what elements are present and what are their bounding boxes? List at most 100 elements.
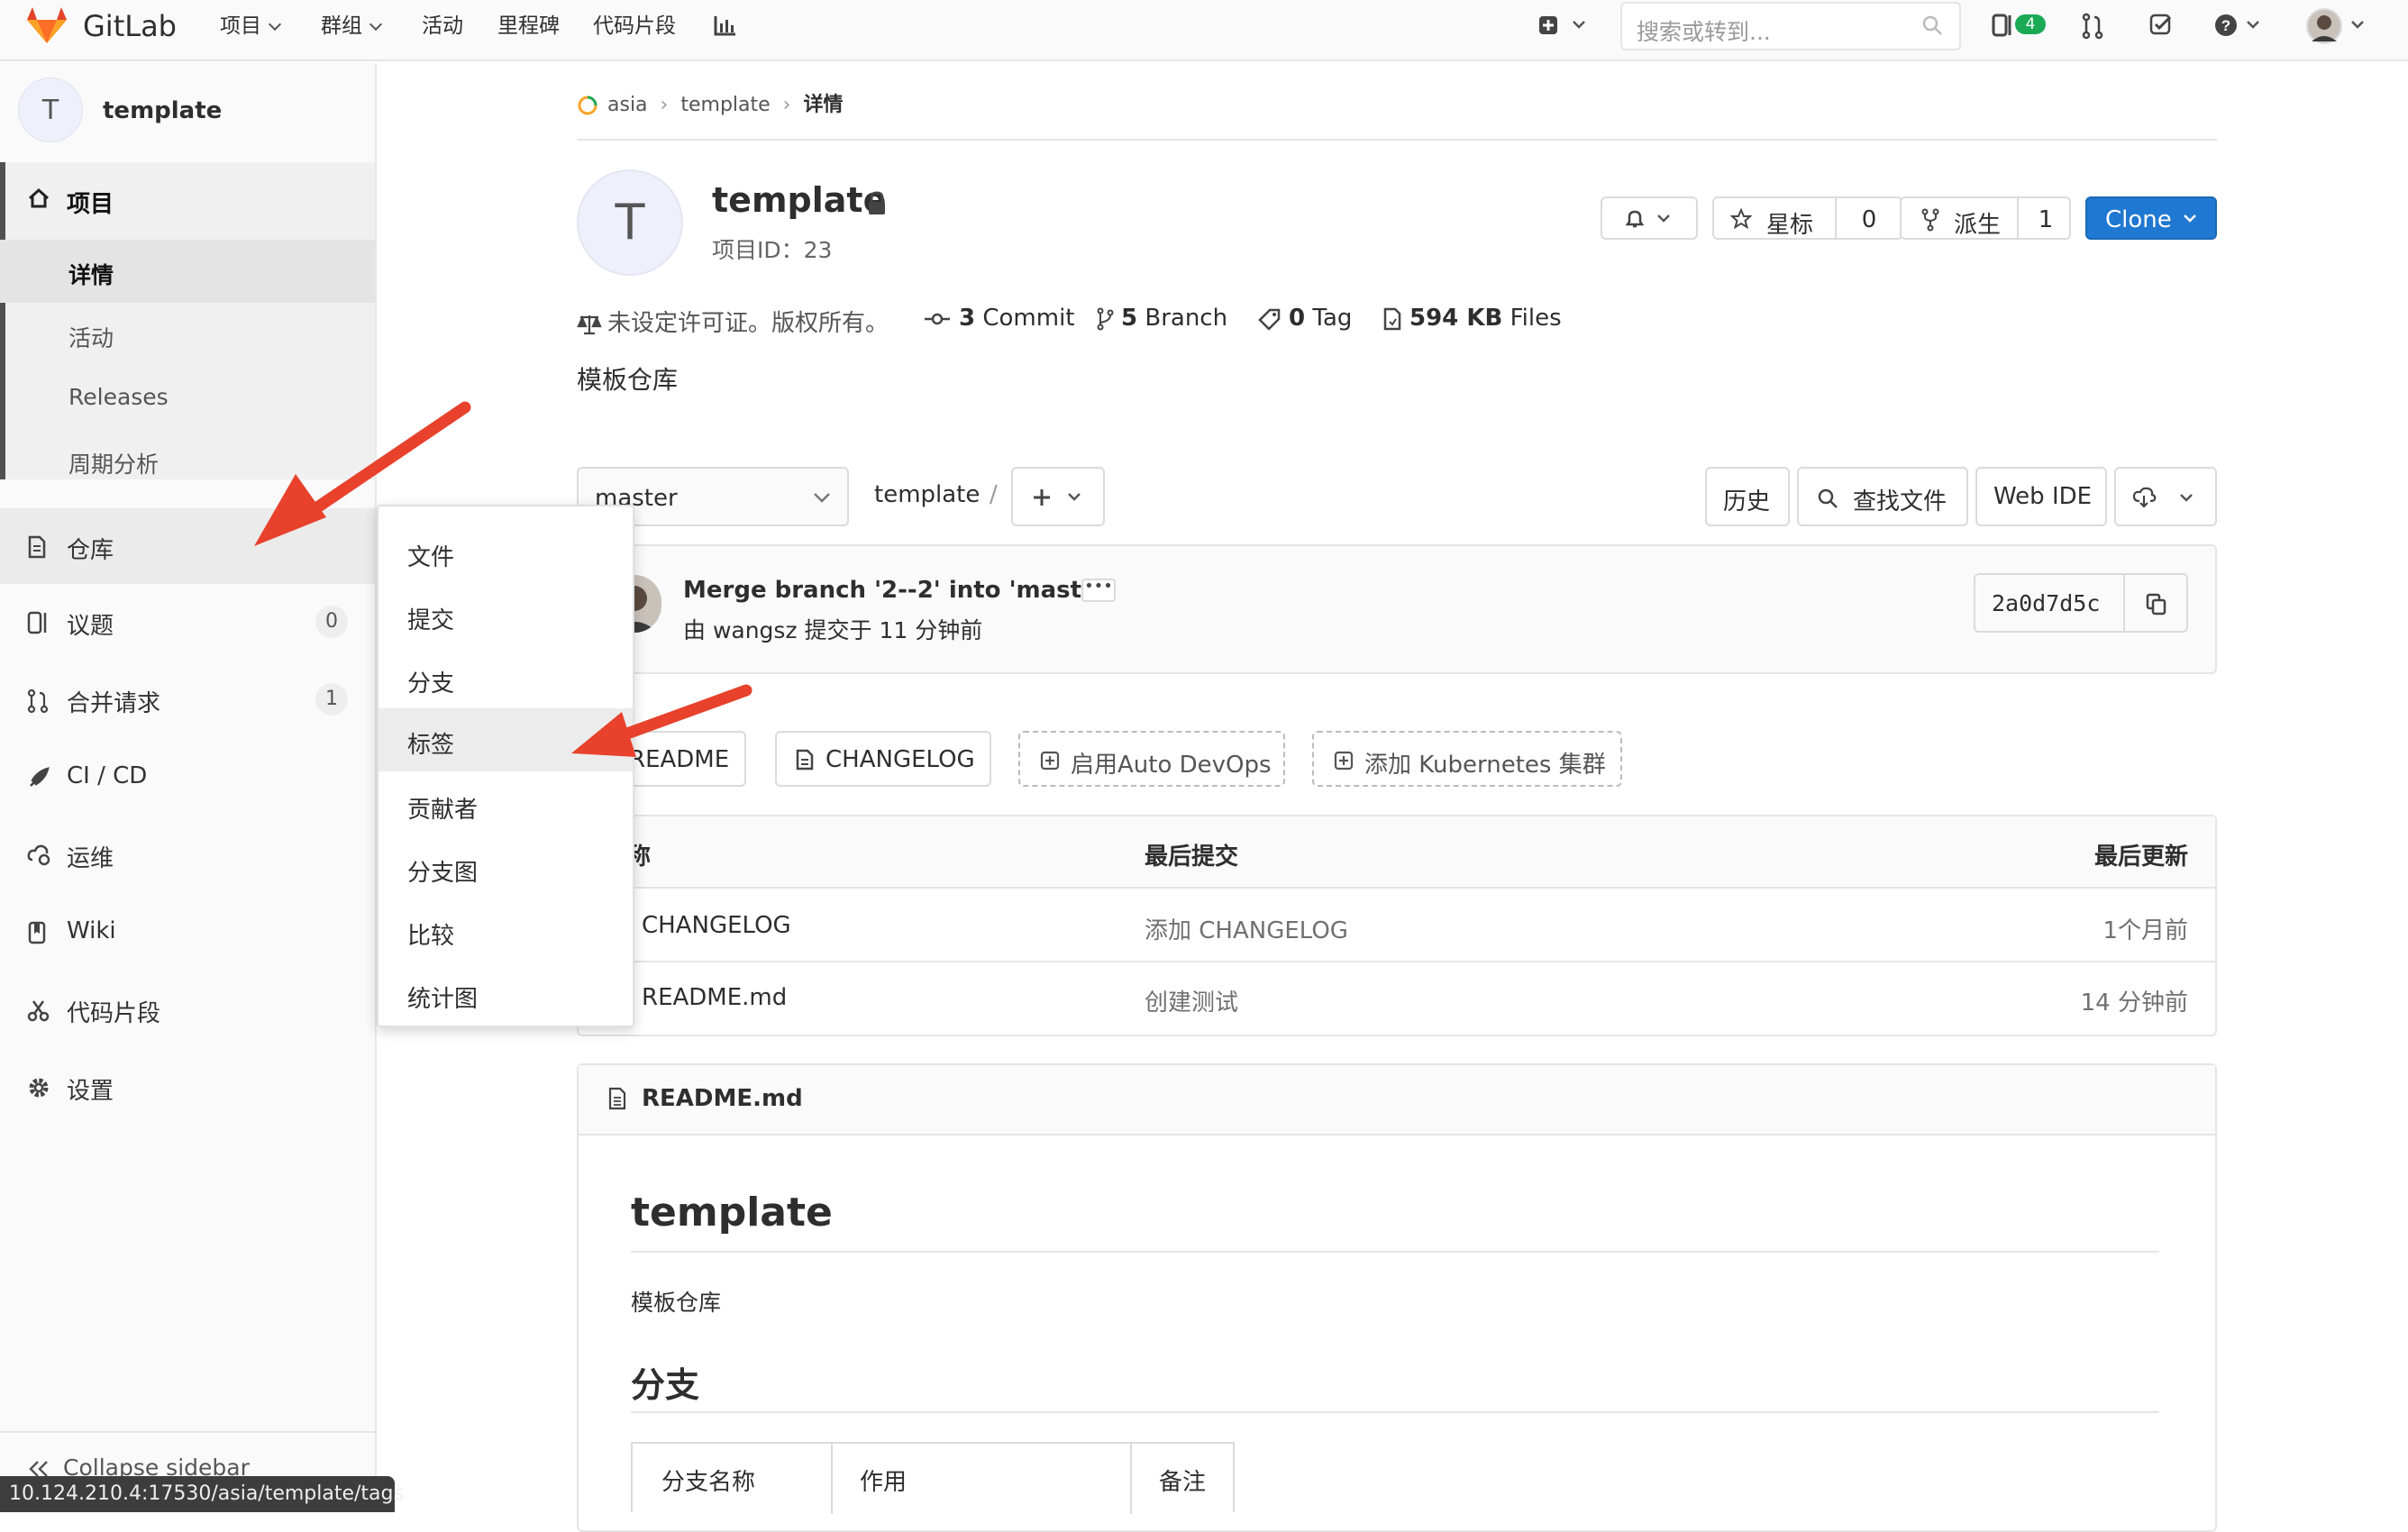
nav-activity[interactable]: 活动 — [422, 0, 463, 52]
commit-sha[interactable]: 2a0d7d5c — [1992, 590, 2100, 616]
readme-filename[interactable]: README.md — [642, 1085, 803, 1112]
repo-path-root[interactable]: template — [874, 481, 980, 508]
merge-request-icon[interactable] — [2082, 13, 2103, 40]
sidebar-subitem-releases[interactable]: Releases — [0, 366, 375, 429]
tags-stat[interactable]: 0 Tag — [1258, 305, 1352, 332]
commits-stat[interactable]: 3 Commit — [923, 305, 1075, 332]
clone-label: Clone — [2105, 206, 2172, 233]
find-file-button[interactable]: 查找文件 — [1797, 467, 1968, 526]
todo-icon[interactable] — [2148, 13, 2174, 38]
nav-projects[interactable]: 项目 — [220, 0, 282, 52]
gitlab-logo-icon[interactable] — [25, 5, 68, 45]
notification-dropdown[interactable] — [1601, 196, 1698, 240]
add-kubernetes-cluster-button[interactable]: 添加 Kubernetes 集群 — [1312, 731, 1622, 787]
brand-name[interactable]: GitLab — [83, 0, 177, 52]
license-stat[interactable]: 未设定许可证。版权所有。 — [577, 305, 889, 338]
sidebar-item-operations[interactable]: 运维 — [0, 818, 375, 892]
menu-item-compare[interactable]: 比较 — [379, 899, 633, 962]
copy-icon[interactable] — [2145, 592, 2168, 616]
tags-count: 0 — [1289, 305, 1306, 332]
download-dropdown[interactable] — [2114, 467, 2217, 526]
branches-stat[interactable]: 5 Branch — [1096, 305, 1227, 332]
project-header-avatar: T — [577, 169, 683, 276]
plus-square-icon — [1040, 751, 1060, 771]
document-icon — [607, 1087, 627, 1110]
menu-item-files[interactable]: 文件 — [379, 521, 633, 584]
button-divider — [1835, 198, 1837, 238]
sidebar-subitem-cycle-analytics[interactable]: 周期分析 — [0, 429, 375, 492]
file-last-commit-link[interactable]: 添加 CHANGELOG — [1145, 912, 1348, 945]
readme-h2-rule — [631, 1411, 2159, 1413]
cloud-gear-icon — [27, 844, 52, 867]
last-commit-panel — [577, 544, 2217, 674]
sidebar-subitem-activity[interactable]: 活动 — [0, 303, 375, 366]
chevron-down-icon — [2181, 211, 2199, 225]
sidebar-item-label: 设置 — [67, 1078, 114, 1105]
project-title: template — [712, 180, 887, 220]
sidebar-item-snippets[interactable]: 代码片段 — [0, 973, 375, 1047]
menu-item-tags[interactable]: 标签 — [379, 708, 633, 771]
license-text: 未设定许可证。版权所有。 — [607, 310, 889, 337]
star-button[interactable]: 星标 0 — [1712, 196, 1903, 240]
user-avatar[interactable] — [2305, 7, 2374, 45]
file-name-link[interactable]: CHANGELOG — [642, 912, 791, 939]
add-to-tree-dropdown[interactable] — [1011, 467, 1105, 526]
menu-item-branches[interactable]: 分支 — [379, 647, 633, 710]
file-last-commit-link[interactable]: 创建测试 — [1145, 984, 1238, 1017]
table-header-branch-name: 分支名称 — [661, 1469, 756, 1496]
tag-icon — [1258, 307, 1282, 331]
enable-auto-devops-button[interactable]: 启用Auto DevOps — [1018, 731, 1285, 787]
table-divider — [1130, 1444, 1132, 1514]
button-divider — [2123, 575, 2125, 631]
nav-milestones[interactable]: 里程碑 — [497, 0, 560, 52]
project-avatar[interactable]: T — [18, 78, 83, 142]
menu-item-charts[interactable]: 统计图 — [379, 962, 633, 1026]
menu-item-contributors[interactable]: 贡献者 — [379, 773, 633, 836]
breadcrumb-separator: › — [782, 94, 791, 116]
star-count: 0 — [1861, 206, 1877, 233]
fork-button[interactable]: 派生 1 — [1900, 196, 2071, 240]
commit-title[interactable]: Merge branch '2--2' into 'master' — [683, 577, 1117, 604]
nav-snippets[interactable]: 代码片段 — [593, 0, 676, 52]
help-icon[interactable]: ? — [2213, 13, 2267, 38]
sidebar-item-label: 项目 — [67, 191, 114, 218]
history-button[interactable]: 历史 — [1705, 467, 1790, 526]
sidebar-item-label: 运维 — [67, 845, 114, 872]
button-divider — [2017, 198, 2019, 238]
menu-item-commits[interactable]: 提交 — [379, 584, 633, 647]
sidebar-item-label: 议题 — [67, 613, 114, 640]
breadcrumb-group[interactable]: asia — [607, 94, 648, 116]
sidebar-subitem-details[interactable]: 详情 — [0, 240, 375, 303]
sidebar-item-label: 合并请求 — [67, 690, 161, 717]
files-size-stat[interactable]: 594 KB Files — [1382, 305, 1562, 332]
menu-item-graph[interactable]: 分支图 — [379, 836, 633, 899]
sidebar-item-ci-cd[interactable]: CI / CD — [0, 741, 375, 815]
search-input[interactable]: 搜索或转到... — [1620, 2, 1961, 50]
issues-count-badge: 4 — [2015, 14, 2046, 34]
sidebar-item-wiki[interactable]: Wiki — [0, 896, 375, 970]
table-row[interactable]: CHANGELOG 添加 CHANGELOG 1个月前 — [579, 890, 2215, 962]
sidebar-item-issues[interactable]: 议题 0 — [0, 586, 375, 660]
issues-icon[interactable] — [1992, 13, 2013, 38]
file-size-icon — [1382, 307, 1402, 331]
new-item-dropdown[interactable] — [1537, 14, 1592, 36]
sidebar-item-project[interactable]: 项目 — [0, 162, 375, 238]
nav-groups[interactable]: 群组 — [321, 0, 383, 52]
chart-icon[interactable] — [714, 14, 737, 36]
sidebar-item-merge-requests[interactable]: 合并请求 1 — [0, 663, 375, 737]
branch-icon — [1096, 307, 1114, 331]
clone-button[interactable]: Clone — [2085, 196, 2217, 240]
file-name-link[interactable]: README.md — [642, 984, 787, 1011]
sidebar-project-name[interactable]: template — [103, 97, 222, 124]
book-icon — [27, 921, 47, 944]
sidebar-item-settings[interactable]: 设置 — [0, 1051, 375, 1125]
changelog-link-button[interactable]: CHANGELOG — [775, 731, 991, 787]
readme-link-button[interactable]: README — [622, 731, 746, 787]
breadcrumb-project[interactable]: template — [680, 94, 770, 116]
sidebar-item-repository[interactable]: 仓库 — [0, 508, 375, 584]
web-ide-button[interactable]: Web IDE — [1975, 467, 2107, 526]
svg-text:?: ? — [2221, 17, 2230, 34]
repository-flyout-menu: 文件 提交 分支 标签 贡献者 分支图 比较 统计图 — [377, 505, 634, 1027]
table-row[interactable]: README.md 创建测试 14 分钟前 — [579, 962, 2215, 1035]
commit-expand-ellipsis-button[interactable]: ••• — [1081, 579, 1116, 602]
